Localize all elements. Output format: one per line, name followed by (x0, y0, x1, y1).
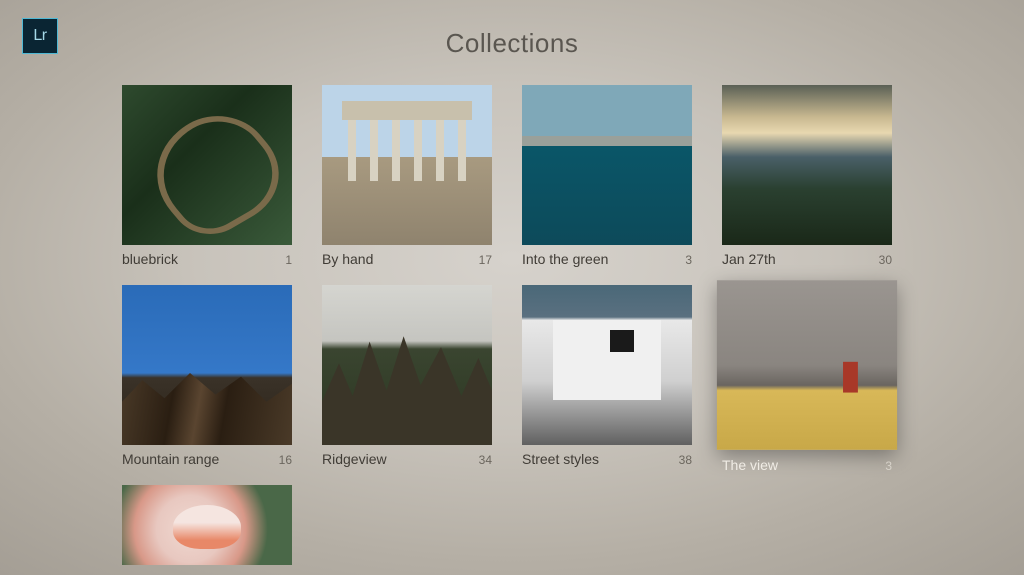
page-title: Collections (0, 28, 1024, 59)
collection-tile-partial[interactable] (122, 485, 292, 565)
collection-caption: Jan 27th 30 (722, 245, 892, 267)
collection-count: 16 (279, 453, 292, 467)
collection-thumbnail (122, 285, 292, 445)
collection-thumbnail (322, 85, 492, 245)
collection-label: The view (722, 457, 778, 473)
collection-tile-the-view[interactable]: The view 3 (722, 285, 892, 467)
collection-caption: Mountain range 16 (122, 445, 292, 467)
collection-count: 17 (479, 253, 492, 267)
collection-caption: Ridgeview 34 (322, 445, 492, 467)
collection-count: 34 (479, 453, 492, 467)
collection-label: Jan 27th (722, 251, 776, 267)
collection-count: 1 (285, 253, 292, 267)
collection-tile-street-styles[interactable]: Street styles 38 (522, 285, 692, 467)
collection-caption: The view 3 (722, 451, 892, 473)
collection-caption: Street styles 38 (522, 445, 692, 467)
collection-label: By hand (322, 251, 373, 267)
collection-count: 30 (879, 253, 892, 267)
collections-grid: bluebrick 1 By hand 17 Into the green 3 … (122, 85, 892, 565)
collection-tile-by-hand[interactable]: By hand 17 (322, 85, 492, 267)
collection-thumbnail (522, 85, 692, 245)
collection-label: Mountain range (122, 451, 219, 467)
collection-caption: bluebrick 1 (122, 245, 292, 267)
collection-thumbnail (722, 85, 892, 245)
collection-thumbnail (122, 485, 292, 565)
collection-thumbnail (322, 285, 492, 445)
collection-caption: By hand 17 (322, 245, 492, 267)
collection-thumbnail (122, 85, 292, 245)
collection-tile-into-the-green[interactable]: Into the green 3 (522, 85, 692, 267)
collection-count: 38 (679, 453, 692, 467)
collection-thumbnail (522, 285, 692, 445)
collection-tile-bluebrick[interactable]: bluebrick 1 (122, 85, 292, 267)
collection-label: bluebrick (122, 251, 178, 267)
collection-count: 3 (685, 253, 692, 267)
collection-tile-jan-27th[interactable]: Jan 27th 30 (722, 85, 892, 267)
collection-label: Into the green (522, 251, 608, 267)
collection-count: 3 (885, 459, 892, 473)
collection-caption: Into the green 3 (522, 245, 692, 267)
collection-label: Ridgeview (322, 451, 387, 467)
collection-tile-ridgeview[interactable]: Ridgeview 34 (322, 285, 492, 467)
collection-thumbnail (717, 280, 897, 450)
collection-tile-mountain-range[interactable]: Mountain range 16 (122, 285, 292, 467)
collection-label: Street styles (522, 451, 599, 467)
